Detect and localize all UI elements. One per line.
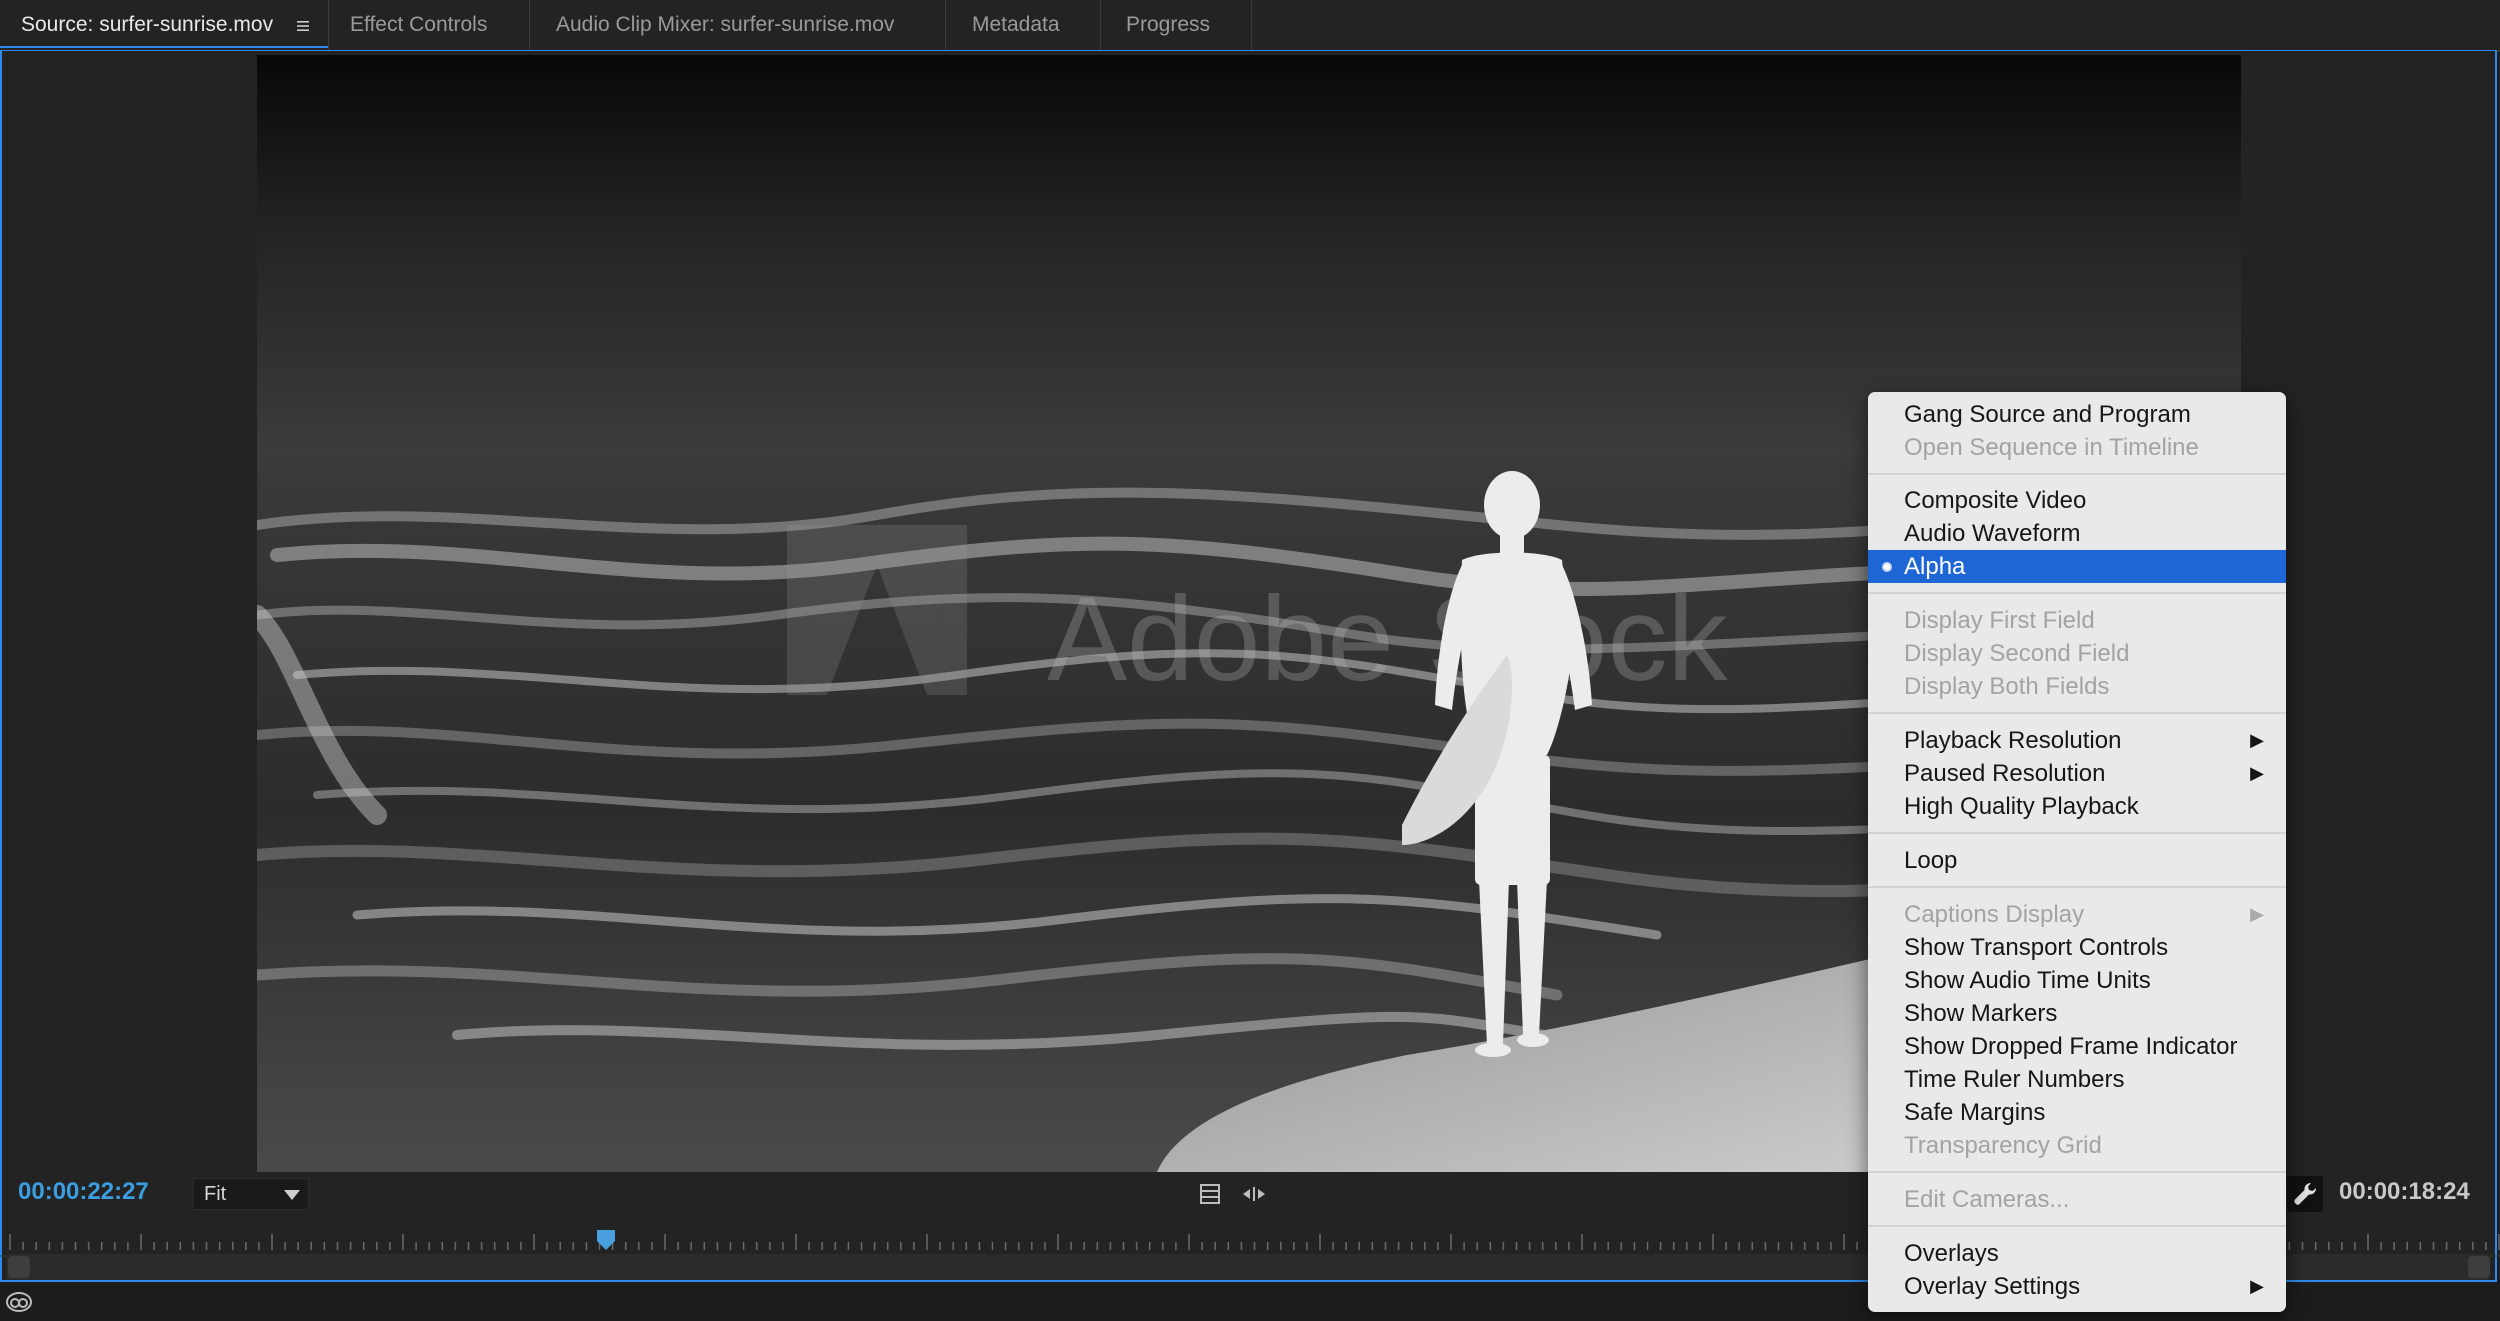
menu-item-overlays[interactable]: Overlays [1868,1237,2286,1270]
menu-item-label: Paused Resolution [1904,760,2106,787]
menu-item-playback-resolution[interactable]: Playback Resolution ▶ [1868,724,2286,757]
menu-item-label: Gang Source and Program [1904,401,2191,428]
menu-item-label: Show Dropped Frame Indicator [1904,1033,2238,1060]
menu-item-label: Display Both Fields [1904,673,2110,700]
menu-item-label: Show Markers [1904,1000,2058,1027]
menu-item-label: Transparency Grid [1904,1132,2102,1159]
menu-item-safe-margins[interactable]: Safe Margins [1868,1096,2286,1129]
scrollbar-right-handle[interactable] [2468,1256,2490,1278]
menu-item-display-first-field: Display First Field [1868,604,2286,637]
menu-item-label: Composite Video [1904,487,2087,514]
tab-divider [1251,0,1252,50]
menu-item-label: Overlay Settings [1904,1273,2081,1300]
menu-item-label: Open Sequence in Timeline [1904,434,2199,461]
menu-item-loop[interactable]: Loop [1868,844,2286,877]
insert-frame-icon[interactable] [1196,1180,1224,1208]
menu-separator [1868,712,2286,714]
menu-separator [1868,886,2286,888]
menu-item-label: Safe Margins [1904,1099,2046,1126]
menu-item-show-markers[interactable]: Show Markers [1868,997,2286,1030]
chevron-down-icon [284,1190,300,1200]
menu-separator [1868,1225,2286,1227]
menu-item-overlay-settings[interactable]: Overlay Settings ▶ [1868,1270,2286,1303]
tab-effect-controls[interactable]: Effect Controls [350,0,487,50]
menu-item-label: Display First Field [1904,607,2095,634]
tab-metadata-label: Metadata [972,13,1060,36]
current-timecode[interactable]: 00:00:22:27 [18,1178,149,1206]
tab-progress[interactable]: Progress [1126,0,1210,50]
tab-audio-clip-mixer[interactable]: Audio Clip Mixer: surfer-sunrise.mov [556,0,894,50]
tab-source[interactable]: Source: surfer-sunrise.mov [0,0,328,48]
zoom-level-select[interactable]: Fit [193,1178,309,1210]
menu-item-gang-source-and-program[interactable]: Gang Source and Program [1868,398,2286,431]
menu-item-paused-resolution[interactable]: Paused Resolution ▶ [1868,757,2286,790]
menu-item-label: Overlays [1904,1240,1999,1267]
menu-item-label: Loop [1904,847,1958,874]
menu-item-open-sequence-in-timeline: Open Sequence in Timeline [1868,431,2286,464]
tab-divider [945,0,946,50]
menu-item-label: Audio Waveform [1904,520,2081,547]
menu-item-captions-display: Captions Display ▶ [1868,898,2286,931]
monitor-settings-menu: Gang Source and Program Open Sequence in… [1868,392,2286,1312]
tab-divider [328,0,329,50]
menu-item-show-audio-time-units[interactable]: Show Audio Time Units [1868,964,2286,997]
scrollbar-left-handle[interactable] [8,1256,30,1278]
menu-item-high-quality-playback[interactable]: High Quality Playback [1868,790,2286,823]
menu-item-composite-video[interactable]: Composite Video [1868,484,2286,517]
menu-item-label: Captions Display [1904,901,2085,928]
menu-item-label: Show Transport Controls [1904,934,2169,961]
tab-audio-clip-mixer-label: Audio Clip Mixer: surfer-sunrise.mov [556,13,895,36]
tab-divider [1100,0,1101,50]
tab-progress-label: Progress [1126,13,1211,36]
menu-item-label: Show Audio Time Units [1904,967,2151,994]
wrench-icon[interactable] [2287,1176,2323,1212]
menu-item-label: Alpha [1904,553,1966,580]
watermark-text: Adobe Stock [1047,572,1728,706]
menu-item-show-dropped-frame-indicator[interactable]: Show Dropped Frame Indicator [1868,1030,2286,1063]
submenu-arrow-icon: ▶ [2250,1276,2264,1296]
tab-divider [529,0,530,50]
menu-separator [1868,473,2286,475]
tab-source-label: Source: surfer-sunrise.mov [21,13,274,36]
tab-effect-controls-label: Effect Controls [350,13,488,36]
menu-item-transparency-grid: Transparency Grid [1868,1129,2286,1162]
zoom-level-value: Fit [204,1183,227,1205]
menu-item-audio-waveform[interactable]: Audio Waveform [1868,517,2286,550]
panel-tab-bar: Source: surfer-sunrise.mov Effect Contro… [0,0,2500,52]
submenu-arrow-icon: ▶ [2250,904,2264,924]
menu-item-time-ruler-numbers[interactable]: Time Ruler Numbers [1868,1063,2286,1096]
menu-item-show-transport-controls[interactable]: Show Transport Controls [1868,931,2286,964]
hamburger-menu-icon[interactable] [296,0,310,50]
menu-item-alpha[interactable]: Alpha [1868,550,2286,583]
submenu-arrow-icon: ▶ [2250,730,2264,750]
menu-item-display-both-fields: Display Both Fields [1868,670,2286,703]
playhead[interactable] [596,1229,616,1251]
radio-selected-icon [1882,562,1892,572]
menu-item-label: Playback Resolution [1904,727,2122,754]
menu-item-label: Display Second Field [1904,640,2130,667]
menu-item-label: High Quality Playback [1904,793,2139,820]
menu-separator [1868,592,2286,594]
creative-cloud-sync-icon[interactable] [4,1290,34,1314]
menu-separator [1868,832,2286,834]
overwrite-arrows-icon[interactable] [1240,1180,1268,1208]
menu-separator [1868,1171,2286,1173]
duration-timecode: 00:00:18:24 [2339,1178,2470,1205]
menu-item-display-second-field: Display Second Field [1868,637,2286,670]
tab-metadata[interactable]: Metadata [972,0,1060,50]
menu-item-edit-cameras: Edit Cameras... [1868,1183,2286,1216]
menu-item-label: Time Ruler Numbers [1904,1066,2125,1093]
menu-item-label: Edit Cameras... [1904,1186,2070,1213]
submenu-arrow-icon: ▶ [2250,763,2264,783]
